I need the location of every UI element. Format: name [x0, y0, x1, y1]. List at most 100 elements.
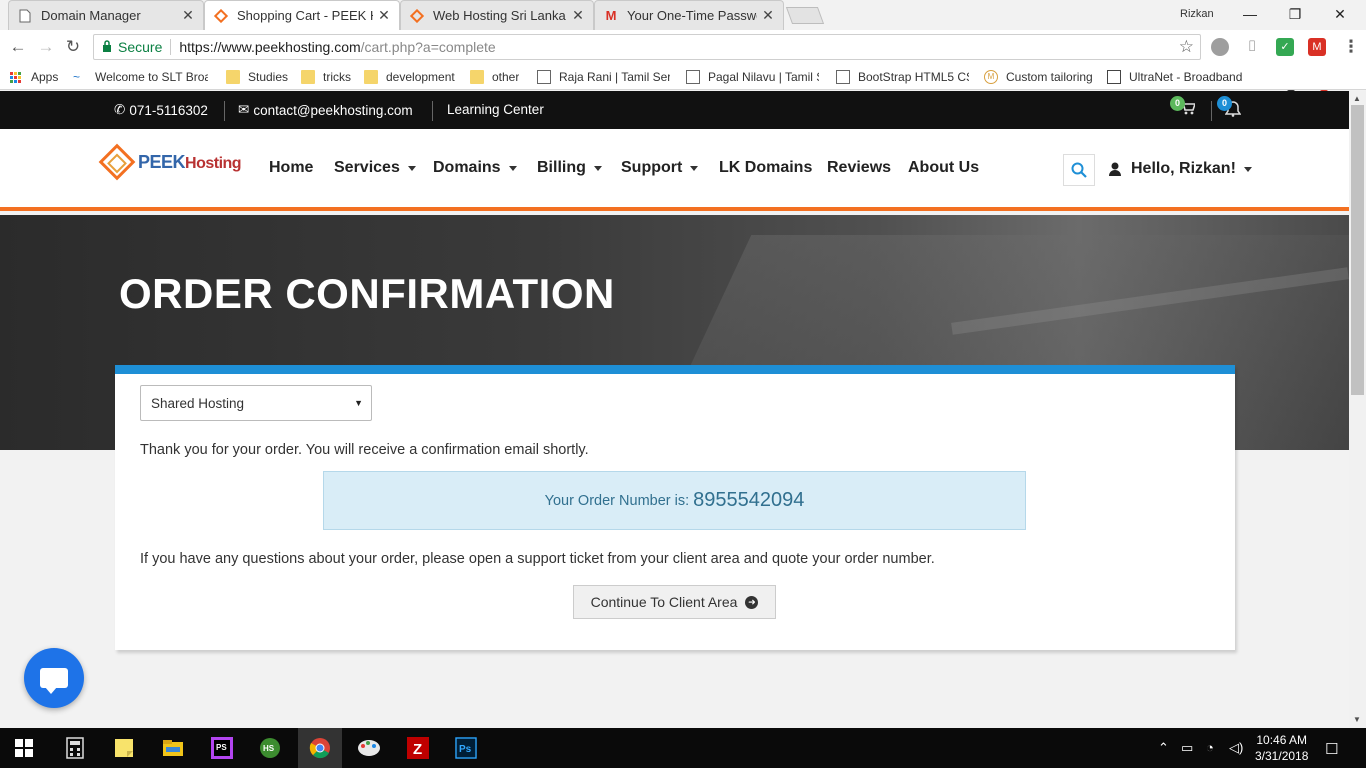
wifi-icon[interactable]: ◔ — [1206, 740, 1214, 755]
logo-mark-icon — [98, 143, 136, 181]
bookmark-star-icon[interactable]: ☆ — [1179, 37, 1194, 57]
reload-icon[interactable]: ↻ — [62, 36, 84, 58]
learning-center-link[interactable]: Learning Center — [447, 102, 544, 117]
page-icon — [17, 8, 33, 24]
peek-hosting-logo[interactable]: PEEKHosting — [98, 143, 242, 181]
action-center-icon[interactable]: ☐ — [1325, 740, 1338, 758]
nav-domains[interactable]: Domains — [433, 159, 517, 177]
nav-billing[interactable]: Billing — [537, 159, 602, 177]
tab-web-hosting[interactable]: Web Hosting Sri Lanka | P ✕ — [400, 0, 594, 30]
svg-text:Z: Z — [413, 741, 422, 758]
folder-icon — [470, 70, 484, 84]
close-tab-icon[interactable]: ✕ — [181, 7, 195, 24]
notification-count-badge: 0 — [1217, 96, 1232, 111]
continue-to-client-area-button[interactable]: Continue To Client Area ➜ — [573, 585, 776, 619]
system-clock[interactable]: 10:46 AM 3/31/2018 — [1255, 732, 1308, 764]
scroll-down-icon[interactable]: ▼ — [1353, 715, 1361, 724]
bookmark-tricks[interactable]: tricks — [301, 68, 351, 86]
nav-reviews[interactable]: Reviews — [827, 159, 891, 177]
chevron-down-icon — [508, 165, 517, 171]
browser-toolbar: ← → ↻ Secure https://www.peekhosting.com… — [0, 30, 1366, 91]
tray-chevron-up-icon[interactable]: ⌃ — [1158, 740, 1169, 756]
tab-domain-manager[interactable]: Domain Manager ✕ — [8, 0, 204, 30]
volume-icon[interactable]: ◁) — [1229, 740, 1243, 756]
bookmark-ultranet[interactable]: UltraNet - Broadband — [1107, 68, 1243, 86]
phpstorm-icon[interactable]: PS — [207, 733, 237, 763]
tab-one-time-password[interactable]: M Your One-Time Password ✕ — [594, 0, 784, 30]
windows-taskbar: PS HS Z Ps ⌃ ▭ ◔ ◁) 10:46 AM 3/31/2018 ☐ — [0, 728, 1366, 768]
file-explorer-icon[interactable] — [158, 733, 188, 763]
bookmark-slt[interactable]: ~ Welcome to SLT Broa — [73, 68, 208, 86]
close-tab-icon[interactable]: ✕ — [571, 7, 585, 24]
live-chat-button[interactable] — [24, 648, 84, 708]
profile-name[interactable]: Rizkan — [1180, 8, 1214, 20]
forward-icon[interactable]: → — [35, 36, 57, 58]
url-path: /cart.php?a=complete — [360, 39, 496, 55]
restore-icon[interactable]: ❐ — [1283, 4, 1307, 24]
bookmark-studies[interactable]: Studies — [226, 68, 288, 86]
bookmark-custom-tailoring[interactable]: M Custom tailoring — [984, 68, 1093, 86]
close-tab-icon[interactable]: ✕ — [377, 7, 391, 24]
product-category-select[interactable]: Shared Hosting ▼ — [140, 385, 372, 421]
filezilla-icon[interactable]: Z — [403, 733, 433, 763]
chat-bubble-icon — [40, 668, 68, 694]
windows-start-icon[interactable] — [9, 733, 39, 763]
bookmark-bootstrap[interactable]: BootStrap HTML5 CSS — [836, 68, 969, 86]
nav-about-us[interactable]: About Us — [908, 159, 979, 177]
photoshop-icon[interactable]: Ps — [451, 733, 481, 763]
nav-lk-domains[interactable]: LK Domains — [719, 159, 812, 177]
chevron-down-icon — [690, 165, 699, 171]
tab-shopping-cart[interactable]: Shopping Cart - PEEK Ho ✕ — [204, 0, 400, 30]
nav-services[interactable]: Services — [334, 159, 416, 177]
clock-time: 10:46 AM — [1256, 733, 1308, 747]
close-window-icon[interactable]: ✕ — [1328, 4, 1352, 24]
tab-title: Shopping Cart - PEEK Ho — [237, 8, 373, 23]
folder-icon — [226, 70, 240, 84]
tab-title: Your One-Time Password — [627, 8, 757, 23]
bookmark-other[interactable]: other — [470, 68, 519, 86]
order-number-value: 8955542094 — [693, 489, 805, 511]
cart-count-badge: 0 — [1170, 96, 1185, 111]
gmail-icon: M — [605, 8, 617, 23]
email-link[interactable]: ✉ contact@peekhosting.com — [238, 102, 413, 118]
scroll-thumb[interactable] — [1351, 105, 1364, 395]
bookmark-development[interactable]: development — [364, 68, 455, 86]
minimize-icon[interactable]: — — [1238, 4, 1262, 24]
bookmark-pagal-nilavu[interactable]: Pagal Nilavu | Tamil S — [686, 68, 819, 86]
search-button[interactable] — [1063, 154, 1095, 186]
chrome-icon[interactable] — [298, 728, 342, 768]
scroll-up-icon[interactable]: ▲ — [1353, 94, 1361, 103]
heidisql-icon[interactable]: HS — [255, 733, 285, 763]
user-menu[interactable]: Hello, Rizkan! — [1109, 160, 1252, 178]
new-tab-button[interactable] — [785, 7, 825, 24]
extension-cloud-icon[interactable] — [1211, 38, 1229, 56]
paint-icon[interactable] — [354, 733, 384, 763]
bookmark-raja-rani[interactable]: Raja Rani | Tamil Seria — [537, 68, 670, 86]
extension-shield-icon[interactable]: ✓ — [1276, 38, 1294, 56]
address-bar[interactable]: Secure https://www.peekhosting.com/cart.… — [93, 34, 1201, 60]
mail-extension-icon[interactable]: M — [1308, 38, 1326, 56]
close-tab-icon[interactable]: ✕ — [761, 7, 775, 24]
nav-support[interactable]: Support — [621, 159, 699, 177]
nav-home[interactable]: Home — [269, 159, 313, 177]
clock-date: 3/31/2018 — [1255, 749, 1309, 763]
chevron-down-icon — [593, 165, 602, 171]
svg-text:Ps: Ps — [459, 744, 472, 755]
back-icon[interactable]: ← — [7, 36, 29, 58]
bookmark-apps[interactable]: Apps — [10, 68, 58, 86]
folder-icon — [301, 70, 315, 84]
phone-icon: ✆ — [114, 102, 126, 117]
page-icon — [537, 70, 551, 84]
apps-icon — [10, 71, 21, 83]
battery-icon[interactable]: ▭ — [1181, 740, 1193, 756]
menu-icon[interactable]: ⋮ — [1340, 36, 1362, 58]
order-number-label: Your Order Number is: — [544, 492, 690, 509]
calculator-icon[interactable] — [60, 733, 90, 763]
phone-link[interactable]: ✆ 071-5116302 — [114, 102, 208, 118]
secure-label: Secure — [118, 39, 163, 55]
page-scrollbar[interactable]: ▲ ▼ — [1349, 91, 1366, 728]
camera-icon[interactable]: ⌷ — [1243, 38, 1261, 56]
ultranet-icon — [1107, 70, 1121, 84]
sticky-notes-icon[interactable] — [109, 733, 139, 763]
folder-icon — [364, 70, 378, 84]
